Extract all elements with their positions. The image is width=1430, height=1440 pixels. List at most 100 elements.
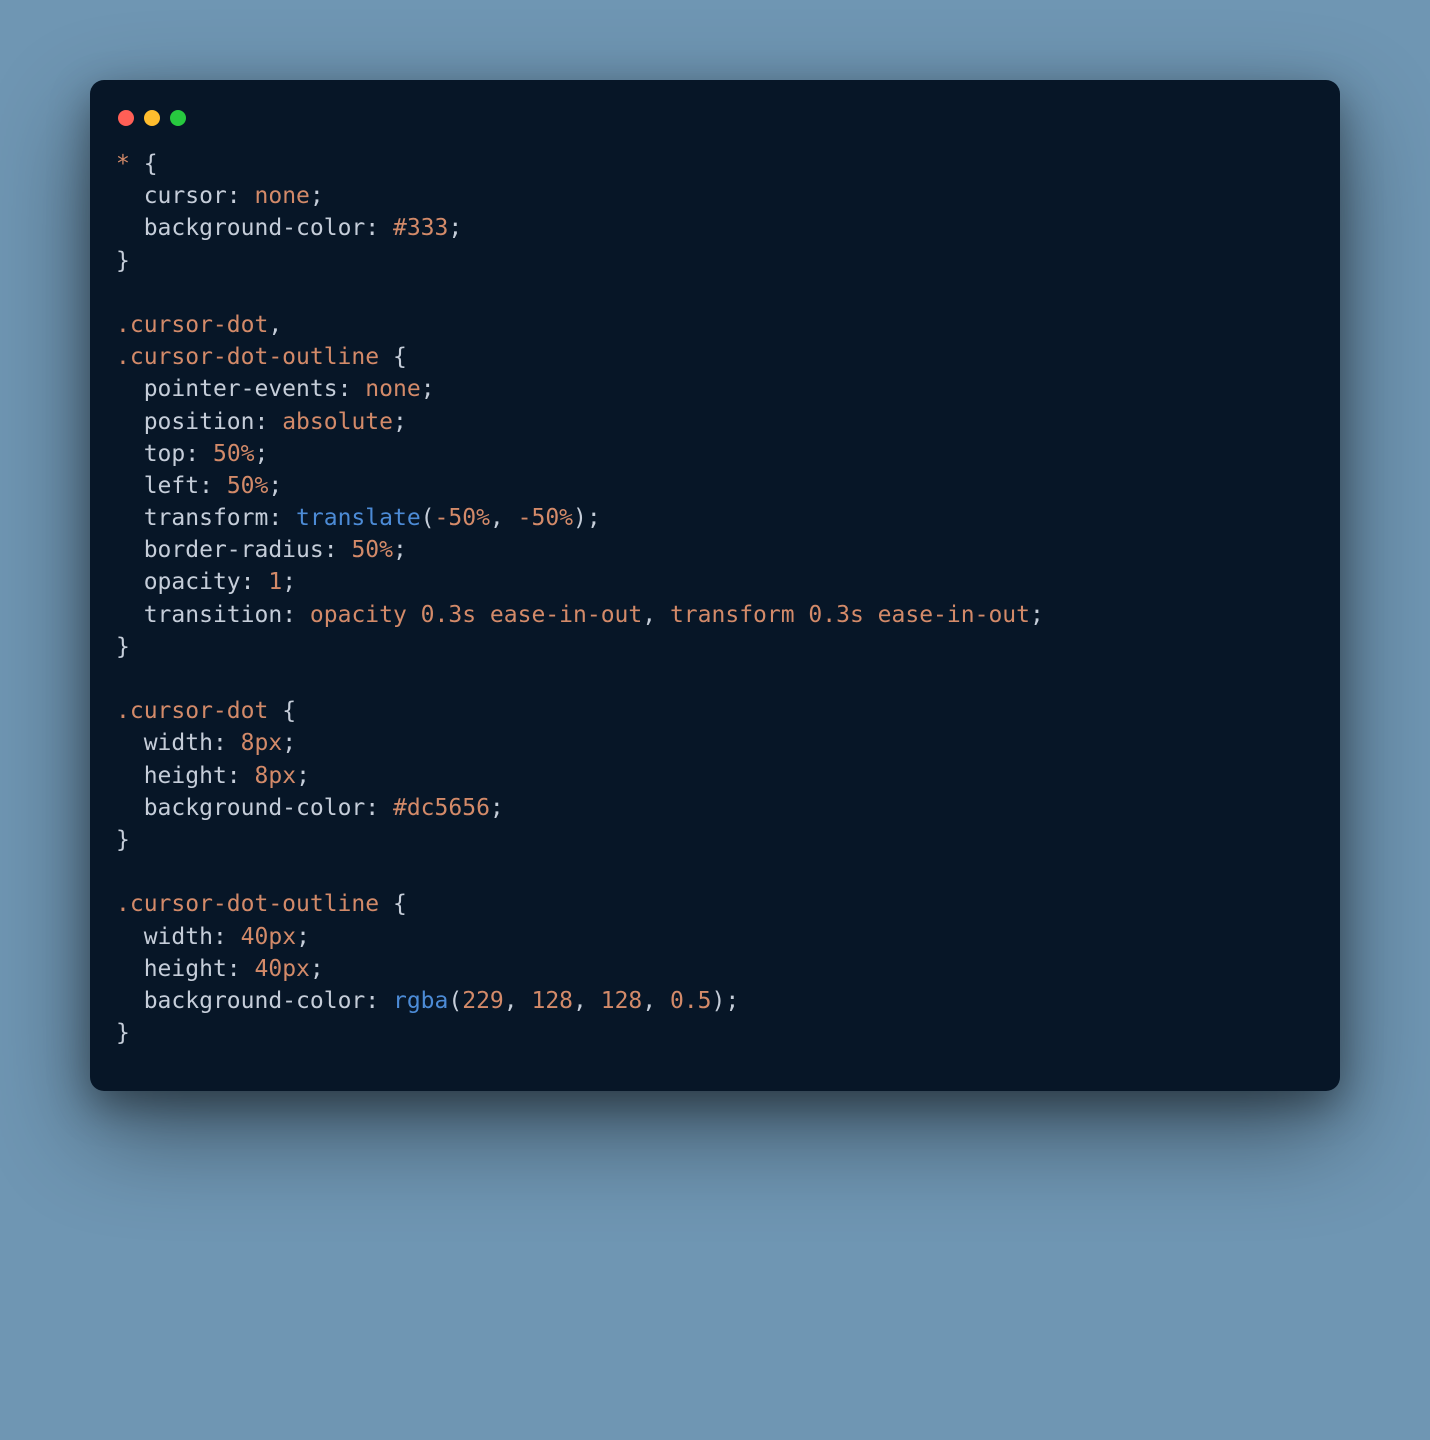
code-token: 40px — [255, 956, 310, 982]
code-token: , — [490, 505, 518, 531]
code-token: -50% — [518, 505, 573, 531]
code-token: : — [365, 795, 379, 821]
code-token: .cursor-dot — [116, 698, 268, 724]
code-token: , — [573, 988, 601, 1014]
code-token: position — [144, 409, 255, 435]
code-token: { — [144, 151, 158, 177]
window-close-icon[interactable] — [118, 110, 134, 126]
code-token: ; — [310, 956, 324, 982]
code-token: #dc5656 — [393, 795, 490, 821]
code-token: none — [255, 183, 310, 209]
code-token: ; — [268, 473, 282, 499]
code-token: * — [116, 151, 130, 177]
code-token: absolute — [282, 409, 393, 435]
code-token: width — [144, 924, 213, 950]
code-token: : — [227, 763, 241, 789]
code-token: : — [365, 215, 379, 241]
code-token: height — [144, 763, 227, 789]
code-token: rgba — [393, 988, 448, 1014]
code-token: { — [393, 344, 407, 370]
code-token: : — [213, 730, 227, 756]
code-token: ; — [725, 988, 739, 1014]
code-token: : — [338, 376, 352, 402]
code-token: : — [268, 505, 282, 531]
code-token: ; — [282, 730, 296, 756]
code-token: ; — [393, 409, 407, 435]
code-token: pointer-events — [144, 376, 338, 402]
code-token: ( — [448, 988, 462, 1014]
code-token: ; — [296, 924, 310, 950]
code-token: height — [144, 956, 227, 982]
code-token: , — [642, 602, 670, 628]
code-token: 8px — [241, 730, 283, 756]
code-token: ) — [573, 505, 587, 531]
code-token: border-radius — [144, 537, 324, 563]
code-token: ; — [310, 183, 324, 209]
code-token: 1 — [268, 569, 282, 595]
code-token: .cursor-dot — [116, 312, 268, 338]
code-token: ; — [421, 376, 435, 402]
code-token: #333 — [393, 215, 448, 241]
code-token: transform — [144, 505, 269, 531]
code-token: opacity — [144, 569, 241, 595]
code-token: ( — [421, 505, 435, 531]
code-token: opacity 0.3s ease-in-out — [310, 602, 642, 628]
code-token: ; — [448, 215, 462, 241]
code-token: : — [213, 924, 227, 950]
code-token: { — [282, 698, 296, 724]
code-token: background-color — [144, 215, 366, 241]
code-token: 0.5 — [670, 988, 712, 1014]
code-token: : — [185, 441, 199, 467]
code-token: 50% — [351, 537, 393, 563]
code-token: 229 — [462, 988, 504, 1014]
code-block[interactable]: * { cursor: none; background-color: #333… — [116, 148, 1314, 1049]
code-token: 50% — [213, 441, 255, 467]
code-token: .cursor-dot-outline — [116, 891, 379, 917]
code-token: ; — [1030, 602, 1044, 628]
code-token: translate — [296, 505, 421, 531]
code-token: , — [642, 988, 670, 1014]
code-token: transition — [144, 602, 282, 628]
code-token: { — [393, 891, 407, 917]
code-token: width — [144, 730, 213, 756]
code-token: ) — [712, 988, 726, 1014]
code-token: : — [227, 183, 241, 209]
code-token: 8px — [255, 763, 297, 789]
code-token: : — [282, 602, 296, 628]
code-token: top — [144, 441, 186, 467]
code-token: ; — [587, 505, 601, 531]
code-token: : — [241, 569, 255, 595]
code-token: cursor — [144, 183, 227, 209]
code-token: } — [116, 1020, 130, 1046]
code-token: } — [116, 248, 130, 274]
code-token: transform 0.3s ease-in-out — [670, 602, 1030, 628]
code-token: } — [116, 634, 130, 660]
window-traffic-lights — [116, 104, 1314, 148]
code-token: ; — [296, 763, 310, 789]
window-minimize-icon[interactable] — [144, 110, 160, 126]
code-token: : — [324, 537, 338, 563]
window-zoom-icon[interactable] — [170, 110, 186, 126]
code-token: ; — [282, 569, 296, 595]
code-token: .cursor-dot-outline — [116, 344, 379, 370]
code-token: background-color — [144, 988, 366, 1014]
code-token: , — [504, 988, 532, 1014]
code-token: 128 — [531, 988, 573, 1014]
code-token: : — [227, 956, 241, 982]
code-token: : — [365, 988, 379, 1014]
code-token: : — [199, 473, 213, 499]
code-token: 40px — [241, 924, 296, 950]
code-token: ; — [255, 441, 269, 467]
code-token: } — [116, 827, 130, 853]
code-token: ; — [393, 537, 407, 563]
code-token: 50% — [227, 473, 269, 499]
code-token: none — [365, 376, 420, 402]
code-token: 128 — [601, 988, 643, 1014]
code-token: -50% — [435, 505, 490, 531]
code-token: : — [254, 409, 268, 435]
code-token: left — [144, 473, 199, 499]
code-token: ; — [490, 795, 504, 821]
code-token: , — [268, 312, 282, 338]
code-window: * { cursor: none; background-color: #333… — [90, 80, 1340, 1091]
code-token: background-color — [144, 795, 366, 821]
